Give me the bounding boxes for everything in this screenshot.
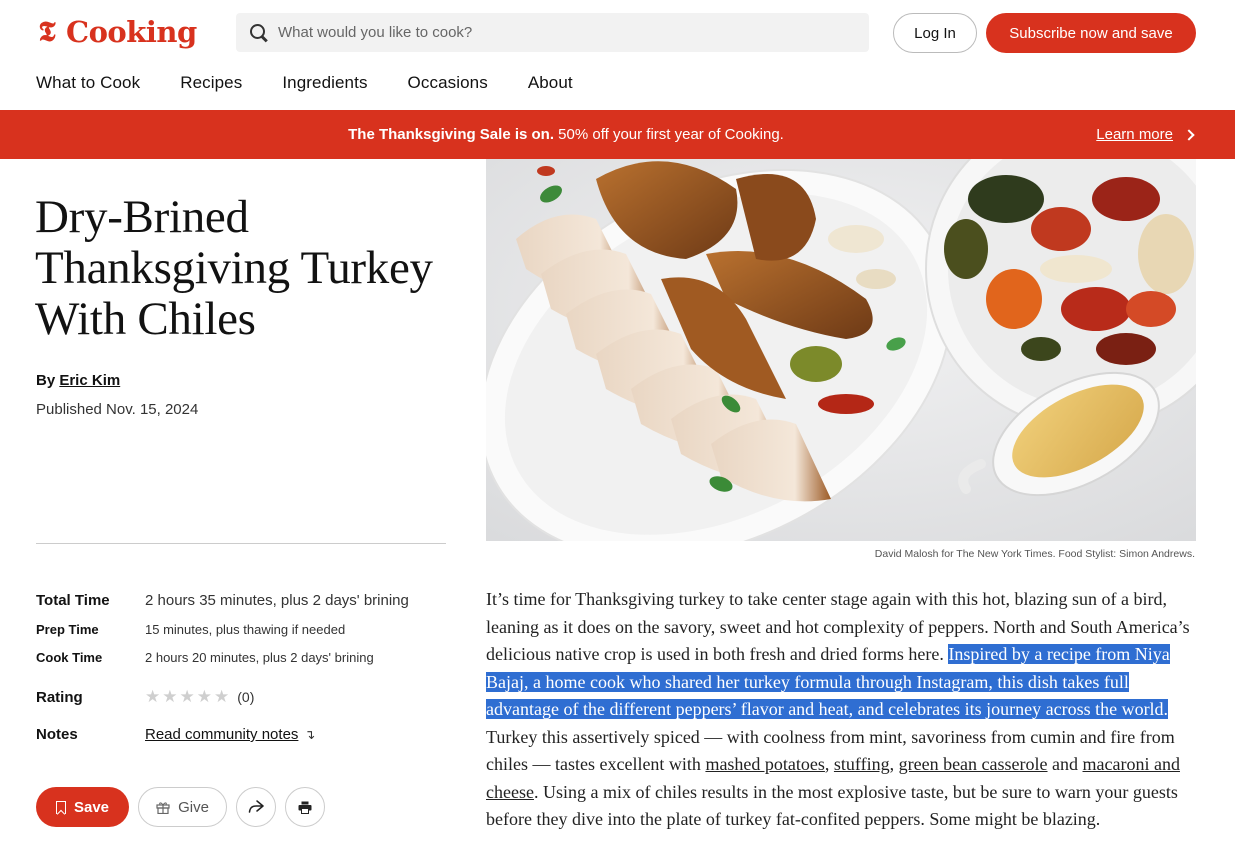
byline-prefix: By [36, 372, 60, 389]
chevron-right-icon [1183, 128, 1195, 141]
promo-text: The Thanksgiving Sale is on. 50% off you… [0, 126, 1132, 143]
main-nav: What to Cook Recipes Ingredients Occasio… [36, 73, 573, 99]
star-icon: ★ [196, 687, 212, 706]
give-label: Give [178, 798, 209, 816]
link-stuffing[interactable]: stuffing [834, 754, 890, 774]
byline: By Eric Kim [36, 372, 120, 389]
published-date: Published Nov. 15, 2024 [36, 401, 199, 418]
notes-row: Notes Read community notes ↴ [36, 726, 315, 743]
cook-time-row: Cook Time 2 hours 20 minutes, plus 2 day… [36, 650, 374, 665]
top-bar: 𝕿 Cooking Log In Subscribe now and save [0, 0, 1235, 64]
rating-label: Rating [36, 688, 83, 706]
gift-icon [156, 801, 170, 814]
separator: , [824, 754, 834, 774]
notes-label: Notes [36, 726, 78, 743]
separator: , [889, 754, 899, 774]
recipe-title: Dry-Brined Thanksgiving Turkey With Chil… [35, 191, 433, 345]
share-button[interactable] [236, 787, 276, 827]
subscribe-button[interactable]: Subscribe now and save [986, 13, 1196, 53]
total-time-row: Total Time 2 hours 35 minutes, plus 2 da… [36, 592, 409, 609]
cook-time-value: 2 hours 20 minutes, plus 2 days' brining [145, 650, 374, 665]
recipe-actions: Save Give [36, 787, 325, 827]
rating-row: Rating ★ ★ ★ ★ ★ (0) [36, 687, 254, 707]
nav-item-recipes[interactable]: Recipes [180, 73, 242, 99]
recipe-photo [486, 159, 1196, 541]
save-label: Save [73, 798, 110, 816]
promo-rest: 50% off your first year of Cooking. [554, 126, 784, 143]
prep-time-label: Prep Time [36, 622, 99, 637]
turkey-platter-illustration [486, 159, 1196, 541]
promo-bold: The Thanksgiving Sale is on. [348, 126, 555, 143]
learn-more-link[interactable]: Learn more [1096, 126, 1195, 143]
print-button[interactable] [285, 787, 325, 827]
divider [36, 543, 446, 544]
search-icon [250, 23, 268, 42]
login-button[interactable]: Log In [893, 13, 977, 53]
total-time-label: Total Time [36, 592, 110, 609]
search-input[interactable] [278, 24, 838, 41]
link-green-bean-casserole[interactable]: green bean casserole [899, 754, 1048, 774]
description-part-3: . Using a mix of chiles results in the m… [486, 781, 1178, 830]
star-icon: ★ [145, 687, 161, 706]
star-icon: ★ [162, 687, 178, 706]
link-mashed-potatoes[interactable]: mashed potatoes [705, 754, 824, 774]
star-icon: ★ [214, 687, 230, 706]
community-notes-link[interactable]: Read community notes [145, 726, 298, 743]
nav-item-occasions[interactable]: Occasions [408, 73, 488, 99]
prep-time-row: Prep Time 15 minutes, plus thawing if ne… [36, 622, 345, 637]
nav-item-ingredients[interactable]: Ingredients [282, 73, 367, 99]
rating-count: (0) [237, 689, 255, 705]
save-button[interactable]: Save [36, 787, 129, 827]
prep-time-value: 15 minutes, plus thawing if needed [145, 622, 346, 637]
nyt-t-icon: 𝕿 [38, 15, 56, 48]
nyt-cooking-logo[interactable]: 𝕿 Cooking [34, 14, 197, 50]
star-icon: ★ [179, 687, 195, 706]
total-time-value: 2 hours 35 minutes, plus 2 days' brining [145, 592, 409, 609]
promo-banner: The Thanksgiving Sale is on. 50% off you… [0, 110, 1235, 159]
separator: and [1047, 754, 1083, 774]
bookmark-icon [55, 800, 66, 814]
learn-more-label: Learn more [1096, 126, 1173, 143]
rating-stars[interactable]: ★ ★ ★ ★ ★ [145, 687, 229, 707]
share-icon [248, 800, 264, 813]
give-button[interactable]: Give [138, 787, 227, 827]
arrow-down-icon: ↴ [304, 726, 316, 742]
nav-item-what-to-cook[interactable]: What to Cook [36, 73, 140, 99]
photo-credit: David Malosh for The New York Times. Foo… [874, 548, 1195, 560]
nav-item-about[interactable]: About [528, 73, 573, 99]
author-link[interactable]: Eric Kim [59, 372, 120, 389]
recipe-description: It’s time for Thanksgiving turkey to tak… [486, 586, 1196, 834]
print-icon [298, 801, 312, 814]
search-bar[interactable] [236, 13, 869, 52]
cook-time-label: Cook Time [36, 650, 103, 665]
logo-wordmark: Cooking [66, 15, 197, 49]
